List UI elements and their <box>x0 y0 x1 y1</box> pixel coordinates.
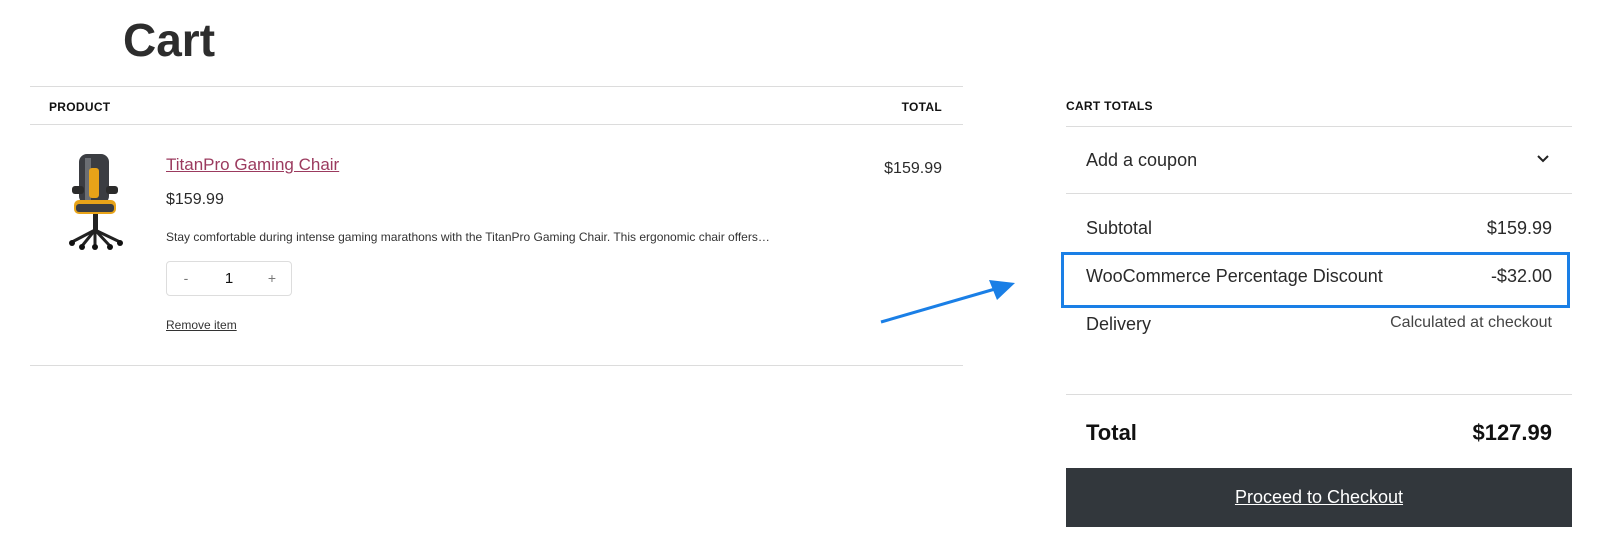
add-coupon-toggle[interactable]: Add a coupon <box>1066 136 1572 188</box>
coupon-label: Add a coupon <box>1086 150 1198 170</box>
column-header-product: PRODUCT <box>49 100 111 114</box>
product-unit-price: $159.99 <box>166 191 224 208</box>
subtotal-label: Subtotal <box>1086 218 1153 238</box>
quantity-input[interactable]: 1 <box>205 262 253 295</box>
proceed-to-checkout-button[interactable]: Proceed to Checkout <box>1066 468 1572 527</box>
quantity-decrement-button[interactable]: - <box>169 262 203 295</box>
table-top-divider <box>30 86 963 87</box>
quantity-increment-button[interactable]: + <box>255 262 289 295</box>
order-total-label: Total <box>1086 420 1137 445</box>
product-thumbnail[interactable] <box>58 150 134 250</box>
subtotal-value: $159.99 <box>1486 218 1552 238</box>
column-header-total: TOTAL <box>901 100 942 114</box>
page-title: Cart <box>123 14 216 66</box>
remove-item-link[interactable]: Remove item <box>166 318 237 332</box>
annotation-arrow-icon <box>880 280 1015 324</box>
quantity-stepper: - 1 + <box>166 261 292 296</box>
coupon-divider <box>1066 193 1572 194</box>
cart-totals-heading: CART TOTALS <box>1066 99 1153 113</box>
line-total: $159.99 <box>884 160 942 177</box>
product-name-link[interactable]: TitanPro Gaming Chair <box>166 155 339 175</box>
delivery-label: Delivery <box>1086 314 1152 334</box>
chevron-down-icon <box>1537 155 1549 163</box>
discount-value: -$32.00 <box>1490 266 1552 286</box>
order-total-value: $127.99 <box>1472 420 1552 445</box>
table-bottom-divider <box>30 365 963 366</box>
product-description: Stay comfortable during intense gaming m… <box>166 230 770 244</box>
table-header-divider <box>30 124 963 125</box>
total-divider <box>1066 394 1572 395</box>
totals-head-divider <box>1066 126 1572 127</box>
delivery-value: Calculated at checkout <box>1390 314 1552 331</box>
